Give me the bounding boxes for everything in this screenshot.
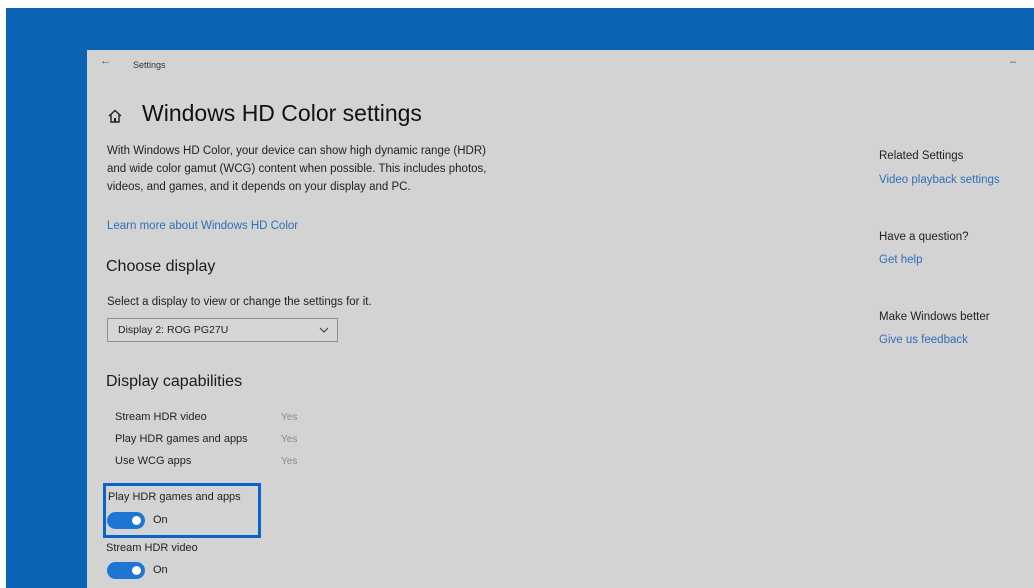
hdr-games-toggle-state: On	[153, 514, 168, 526]
home-icon	[108, 109, 122, 123]
capability-label: Play HDR games and apps	[115, 433, 248, 445]
page-title: Windows HD Color settings	[142, 100, 422, 126]
capability-value: Yes	[281, 456, 298, 467]
capability-value: Yes	[281, 412, 298, 423]
display-capabilities-heading: Display capabilities	[106, 373, 243, 390]
stream-hdr-toggle[interactable]	[107, 562, 145, 579]
choose-display-heading: Choose display	[106, 258, 216, 275]
select-display-label: Select a display to view or change the s…	[107, 296, 372, 308]
hdr-games-toggle[interactable]	[107, 512, 145, 529]
page-description: With Windows HD Color, your device can s…	[107, 145, 487, 193]
get-help-link[interactable]: Get help	[879, 254, 922, 266]
video-playback-settings-link[interactable]: Video playback settings	[879, 174, 1000, 186]
stream-hdr-toggle-label: Stream HDR video	[106, 542, 198, 554]
stream-hdr-toggle-state: On	[153, 564, 168, 576]
display-dropdown[interactable]: Display 2: ROG PG27U	[107, 318, 338, 342]
toggle-knob	[132, 566, 141, 575]
toggle-knob	[132, 516, 141, 525]
back-arrow-icon[interactable]: ←	[100, 55, 111, 67]
learn-more-link[interactable]: Learn more about Windows HD Color	[107, 220, 298, 232]
capability-value: Yes	[281, 434, 298, 445]
hdr-games-toggle-label: Play HDR games and apps	[108, 491, 241, 503]
display-dropdown-value: Display 2: ROG PG27U	[118, 324, 229, 336]
capability-label: Use WCG apps	[115, 455, 192, 467]
minimize-button[interactable]: –	[1010, 56, 1016, 68]
title-bar: ← Settings –	[87, 50, 1034, 78]
settings-window: ← Settings – Windows HD Color settings W…	[87, 50, 1034, 588]
make-windows-better-heading: Make Windows better	[879, 311, 990, 323]
related-settings-heading: Related Settings	[879, 150, 964, 162]
chevron-down-icon	[319, 327, 329, 333]
have-a-question-heading: Have a question?	[879, 231, 969, 243]
window-title: Settings	[133, 60, 166, 70]
give-feedback-link[interactable]: Give us feedback	[879, 334, 968, 346]
capability-label: Stream HDR video	[115, 411, 207, 423]
